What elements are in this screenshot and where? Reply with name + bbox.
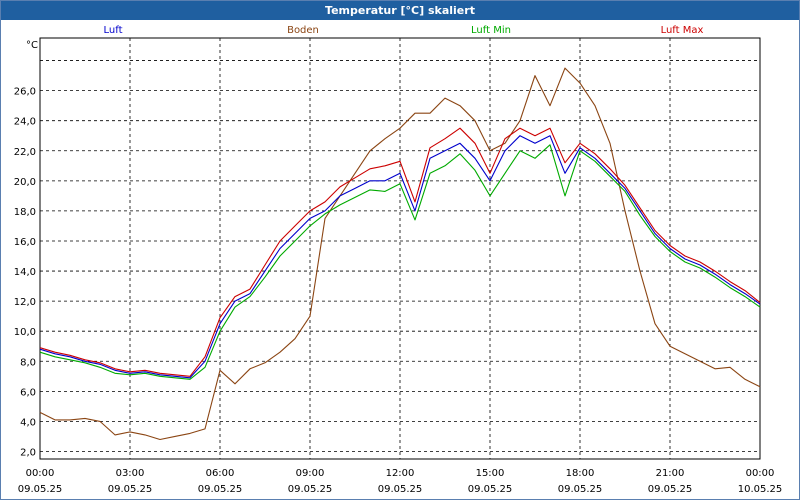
grid (40, 38, 760, 459)
x-tick-time: 15:00 (476, 468, 505, 479)
x-tick-date: 09.05.25 (468, 484, 513, 495)
y-tick-label: 26,0 (14, 87, 36, 98)
x-tick-date: 09.05.25 (18, 484, 63, 495)
y-tick-label: 4,0 (20, 417, 36, 428)
x-tick-time: 06:00 (206, 468, 235, 479)
x-tick-time: 18:00 (566, 468, 595, 479)
x-tick-time: 00:00 (26, 468, 55, 479)
x-tick-time: 12:00 (386, 468, 415, 479)
y-tick-label: 20,0 (14, 177, 36, 188)
x-tick-date: 10.05.25 (738, 484, 783, 495)
y-tick-label: 16,0 (14, 237, 36, 248)
x-tick-time: 00:00 (746, 468, 775, 479)
y-axis-unit: °C (26, 40, 38, 51)
y-tick-label: 6,0 (20, 387, 36, 398)
y-tick-label: 10,0 (14, 327, 36, 338)
x-tick-date: 09.05.25 (648, 484, 693, 495)
y-tick-label: 2,0 (20, 447, 36, 458)
x-tick-time: 21:00 (656, 468, 685, 479)
y-tick-label: 18,0 (14, 207, 36, 218)
y-tick-label: 8,0 (20, 357, 36, 368)
x-tick-time: 03:00 (116, 468, 145, 479)
x-tick-time: 09:00 (296, 468, 325, 479)
temperature-chart: °C 2,04,06,08,010,012,014,016,018,020,02… (14, 37, 783, 495)
y-tick-label: 24,0 (14, 117, 36, 128)
x-tick-date: 09.05.25 (558, 484, 603, 495)
x-tick-date: 09.05.25 (288, 484, 333, 495)
y-tick-label: 22,0 (14, 147, 36, 158)
x-tick-date: 09.05.25 (378, 484, 423, 495)
x-tick-date: 09.05.25 (198, 484, 243, 495)
y-tick-label: 14,0 (14, 267, 36, 278)
y-tick-label: 12,0 (14, 297, 36, 308)
x-tick-date: 09.05.25 (108, 484, 153, 495)
axes: 2,0 4,0 6,0 8,0 10,0 12,0 14,0 16,0 18,0 20,0 22,0… (14, 37, 783, 495)
